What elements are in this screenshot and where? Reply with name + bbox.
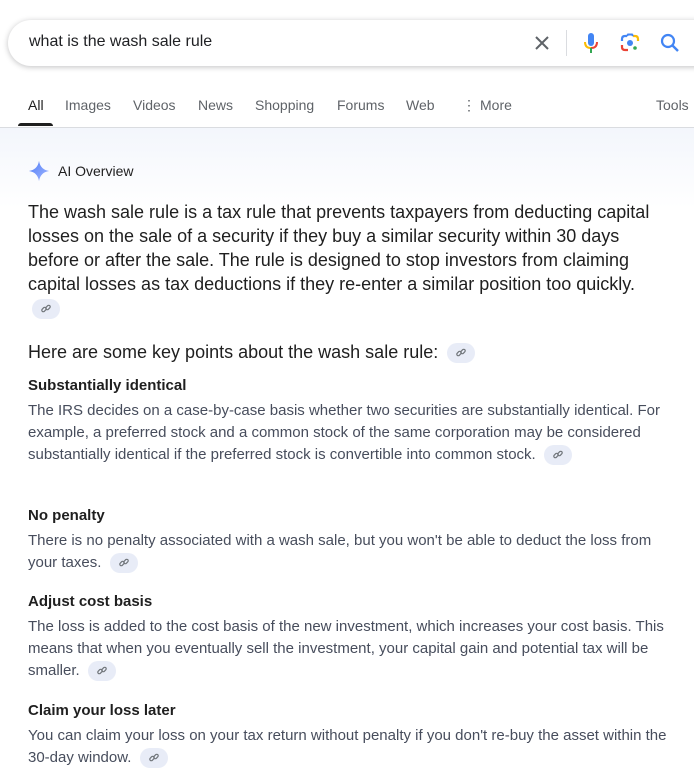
tab-images[interactable]: Images xyxy=(65,97,111,113)
key-point-title: Adjust cost basis xyxy=(28,593,153,610)
source-link-chip[interactable] xyxy=(87,661,116,682)
key-points-heading: Here are some key points about the wash … xyxy=(28,340,668,364)
search-bar-divider xyxy=(566,30,567,56)
tab-more[interactable]: ⋮ More xyxy=(462,97,512,114)
source-link-chip[interactable] xyxy=(109,553,138,574)
close-icon[interactable] xyxy=(530,31,554,55)
key-point-body: The loss is added to the cost basis of t… xyxy=(28,616,668,682)
key-points-heading-text: Here are some key points about the wash … xyxy=(28,342,439,362)
tools-button[interactable]: Tools xyxy=(656,97,689,113)
more-vertical-icon: ⋮ xyxy=(462,97,476,113)
sparkle-icon xyxy=(28,160,50,182)
key-point: Substantially identical The IRS decides … xyxy=(28,376,668,466)
search-bar xyxy=(8,20,694,66)
search-icon[interactable] xyxy=(658,31,682,55)
google-lens-icon[interactable] xyxy=(618,31,642,55)
source-link-chip[interactable] xyxy=(32,299,60,320)
ai-overview: AI Overview The wash sale rule is a tax … xyxy=(0,128,694,782)
link-icon xyxy=(41,304,51,313)
link-icon xyxy=(553,450,563,459)
source-link-chip[interactable] xyxy=(447,343,476,364)
key-point-body: There is no penalty associated with a wa… xyxy=(28,530,668,574)
active-tab-indicator xyxy=(18,123,53,126)
key-point: Adjust cost basis The loss is added to t… xyxy=(28,592,668,682)
microphone-icon[interactable] xyxy=(579,31,603,55)
key-point-title: Claim your loss later xyxy=(28,702,176,719)
tab-news[interactable]: News xyxy=(198,97,233,113)
link-icon xyxy=(97,666,107,675)
tab-forums[interactable]: Forums xyxy=(337,97,384,113)
link-icon xyxy=(456,348,467,357)
tab-more-label: More xyxy=(480,97,512,113)
ai-summary-text: The wash sale rule is a tax rule that pr… xyxy=(28,202,650,294)
tab-all[interactable]: All xyxy=(28,97,44,113)
ai-overview-title: AI Overview xyxy=(58,163,134,179)
ai-overview-header: AI Overview xyxy=(28,160,133,182)
search-tabs: All Images Videos News Shopping Forums W… xyxy=(0,88,694,128)
key-point-body: You can claim your loss on your tax retu… xyxy=(28,725,668,769)
tab-web[interactable]: Web xyxy=(406,97,435,113)
source-link-chip[interactable] xyxy=(139,748,168,769)
link-icon xyxy=(148,753,159,762)
key-point-title: No penalty xyxy=(28,507,105,524)
source-link-chip[interactable] xyxy=(543,445,572,466)
tab-shopping[interactable]: Shopping xyxy=(255,97,314,113)
key-point: No penalty There is no penalty associate… xyxy=(28,506,668,574)
key-point: Claim your loss later You can claim your… xyxy=(28,701,668,769)
key-point-text: You can claim your loss on your tax retu… xyxy=(28,727,667,766)
key-point-text: The loss is added to the cost basis of t… xyxy=(28,618,664,679)
key-point-title: Substantially identical xyxy=(28,377,187,394)
key-point-body: The IRS decides on a case-by-case basis … xyxy=(28,400,668,466)
ai-summary: The wash sale rule is a tax rule that pr… xyxy=(28,200,668,320)
link-icon xyxy=(118,558,129,567)
search-input[interactable] xyxy=(29,33,509,51)
tab-videos[interactable]: Videos xyxy=(133,97,176,113)
